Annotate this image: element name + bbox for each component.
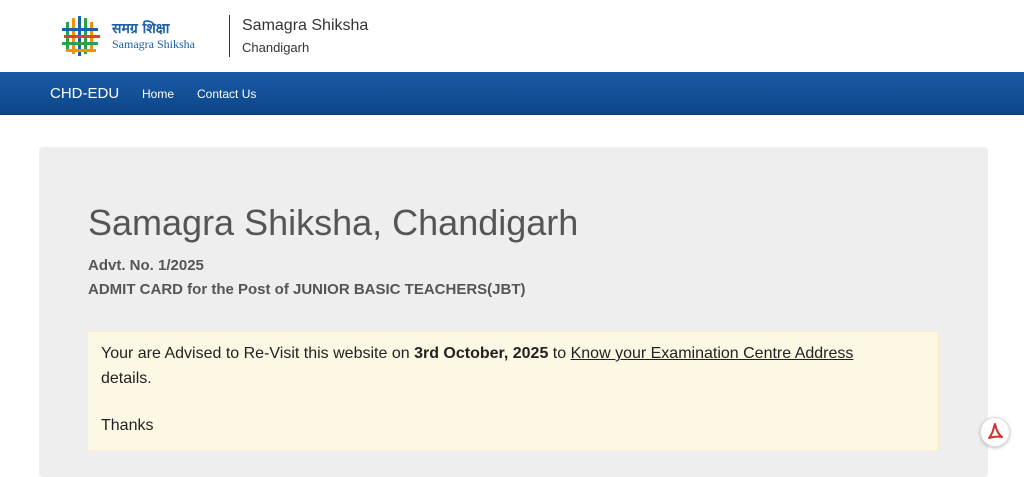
- notice-alert: Your are Advised to Re-Visit this websit…: [87, 331, 939, 451]
- page-title: Samagra Shiksha, Chandigarh: [88, 202, 579, 243]
- alert-message: Your are Advised to Re-Visit this websit…: [101, 345, 853, 363]
- site-subtitle: Chandigarh: [242, 40, 310, 55]
- alert-thanks: Thanks: [101, 417, 154, 434]
- alert-text-middle: to: [548, 345, 571, 362]
- exam-centre-link[interactable]: Know your Examination Centre Address: [571, 345, 854, 362]
- navbar: CHD-EDU Home Contact Us: [0, 72, 1024, 115]
- logo[interactable]: समग्र शिक्षा Samagra Shiksha: [62, 14, 202, 62]
- site-header: समग्र शिक्षा Samagra Shiksha Samagra Shi…: [0, 0, 1024, 72]
- alert-date: 3rd October, 2025: [414, 345, 549, 362]
- nav-contact-us[interactable]: Contact Us: [197, 87, 256, 101]
- site-title: Samagra Shiksha: [242, 17, 369, 34]
- samagra-shiksha-logo-icon: [62, 16, 100, 56]
- advt-number: Advt. No. 1/2025: [88, 257, 204, 274]
- navbar-brand[interactable]: CHD-EDU: [50, 85, 119, 102]
- nav-home[interactable]: Home: [142, 87, 174, 101]
- pdf-icon: [988, 423, 1003, 439]
- post-heading: ADMIT CARD for the Post of JUNIOR BASIC …: [88, 281, 526, 298]
- logo-english-text: Samagra Shiksha: [112, 37, 195, 51]
- pdf-button[interactable]: [980, 417, 1010, 447]
- logo-hindi-text: समग्र शिक्षा: [112, 21, 170, 37]
- jumbotron: Samagra Shiksha, Chandigarh Advt. No. 1/…: [39, 147, 988, 477]
- alert-text-before: Your are Advised to Re-Visit this websit…: [101, 345, 415, 362]
- alert-text-after: details.: [101, 370, 152, 387]
- header-divider: [229, 15, 230, 57]
